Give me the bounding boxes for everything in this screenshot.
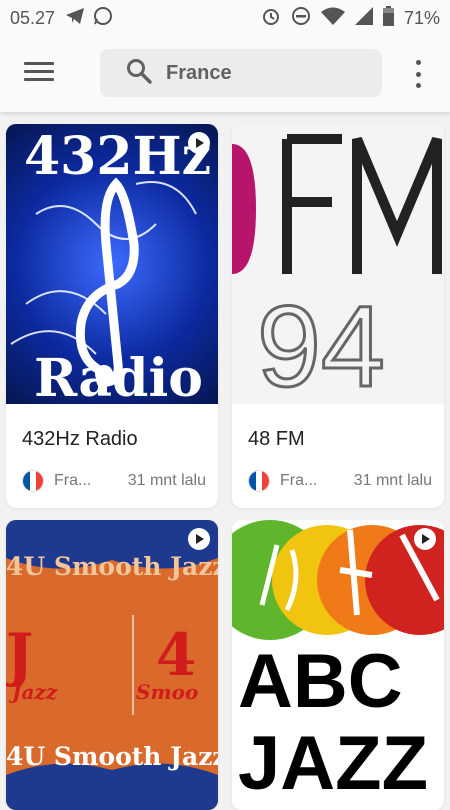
- station-card[interactable]: 94 48 FM Fra... 31 mnt lalu: [232, 124, 444, 508]
- whatsapp-icon: [93, 6, 113, 31]
- more-vert-icon: [415, 60, 421, 65]
- notification-icons: [65, 6, 113, 31]
- status-time: 05.27: [10, 7, 56, 28]
- play-icon[interactable]: [414, 528, 436, 550]
- artwork-left-text: Jazz: [12, 680, 58, 704]
- artwork-bottom-text: 4U Smooth Jazz: [6, 742, 218, 771]
- hamburger-icon: [24, 62, 54, 65]
- svg-text:J: J: [6, 621, 33, 689]
- station-artwork: J 4 4U Smooth Jazz Jazz Smoo 4U Smooth J…: [6, 520, 218, 810]
- play-icon[interactable]: [188, 132, 210, 154]
- station-artwork: 94: [232, 124, 444, 404]
- station-time-ago: 31 mnt lalu: [127, 472, 206, 489]
- artwork-right-text: Smoo: [136, 680, 199, 704]
- station-artwork: 432Hz Radio: [6, 124, 218, 404]
- artwork-bottom-text: JAZZ: [238, 721, 428, 806]
- overflow-menu-button[interactable]: [408, 60, 428, 88]
- svg-text:94: 94: [257, 283, 385, 404]
- alarm-icon: [261, 6, 281, 31]
- menu-button[interactable]: [24, 62, 54, 86]
- artwork-top-text: 4U Smooth Jazz: [6, 552, 218, 581]
- search-bar[interactable]: France: [100, 49, 382, 97]
- station-card[interactable]: J 4 4U Smooth Jazz Jazz Smoo 4U Smooth J…: [6, 520, 218, 810]
- station-name: 432Hz Radio: [22, 428, 138, 450]
- artwork-top-text: ABC: [238, 639, 403, 724]
- play-icon[interactable]: [188, 528, 210, 550]
- station-meta: Fra... 31 mnt lalu: [248, 470, 432, 492]
- artwork-top-text: 432Hz: [24, 126, 212, 187]
- wifi-icon: [320, 7, 345, 30]
- france-flag-icon: [22, 470, 44, 492]
- station-name: 48 FM: [248, 428, 305, 450]
- signal-icon: [354, 6, 373, 30]
- search-icon: [126, 58, 152, 89]
- station-country: Fra...: [54, 472, 92, 489]
- svg-text:4: 4: [156, 621, 196, 689]
- station-country: Fra...: [280, 472, 318, 489]
- station-card[interactable]: ABC JAZZ: [232, 520, 444, 810]
- telegram-icon: [65, 7, 85, 30]
- status-bar: 05.27 71%: [0, 0, 450, 36]
- station-time-ago: 31 mnt lalu: [353, 472, 432, 489]
- station-meta: Fra... 31 mnt lalu: [22, 470, 206, 492]
- france-flag-icon: [248, 470, 270, 492]
- battery-percent: 71%: [403, 7, 440, 28]
- system-icons: 71%: [261, 5, 440, 31]
- dnd-icon: [291, 6, 311, 31]
- station-card[interactable]: 432Hz Radio 432Hz Radio Fra... 31 mnt la…: [6, 124, 218, 508]
- artwork-bottom-text: Radio: [34, 348, 203, 404]
- app-bar: France: [0, 36, 450, 112]
- station-artwork: ABC JAZZ: [232, 520, 444, 810]
- battery-icon: [382, 5, 394, 31]
- search-label: France: [166, 61, 232, 84]
